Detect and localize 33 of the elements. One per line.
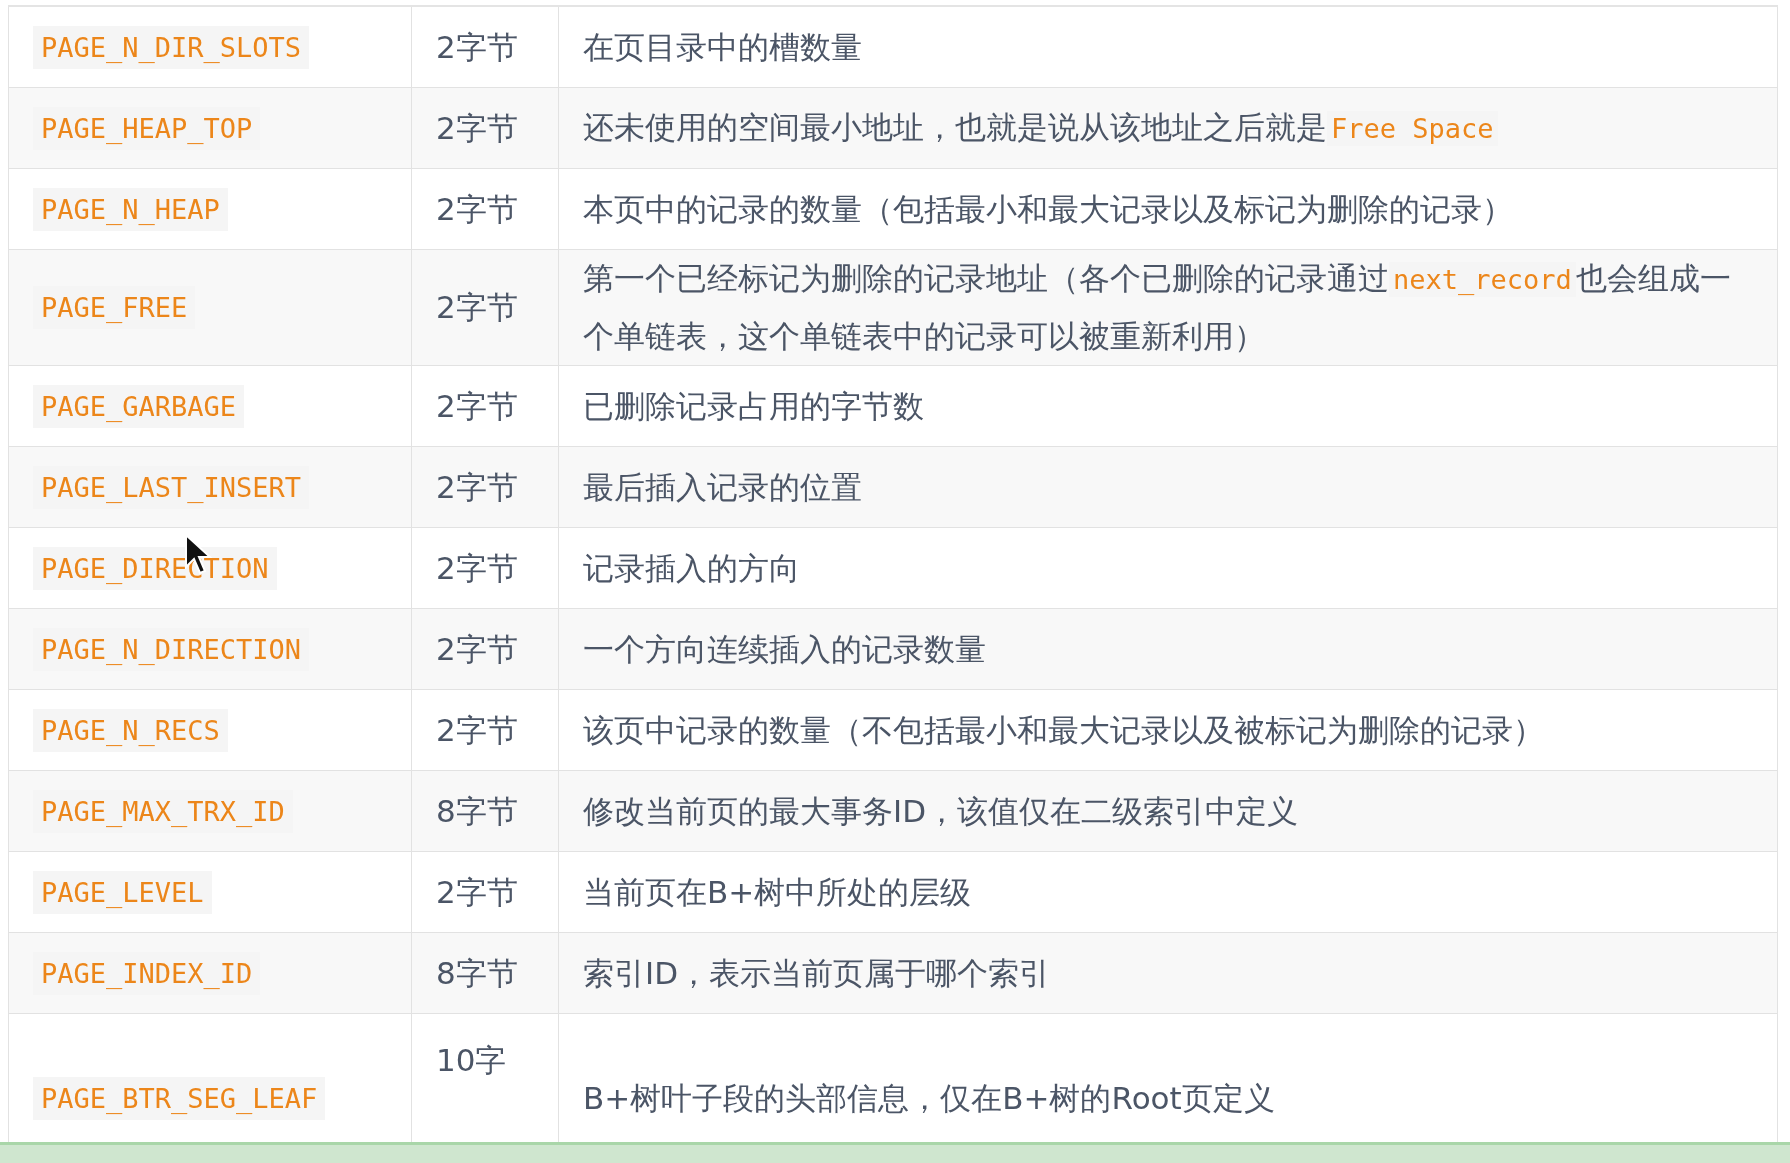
description-text: 第一个已经标记为删除的记录地址（各个已删除的记录通过 next_record 也会组成一个单链表，这个单链表中的记录可以被重新利用）	[583, 259, 1732, 356]
size-text: 2字节	[436, 873, 518, 910]
size-text: 8字节	[436, 954, 518, 991]
field-name: PAGE_DIRECTION	[33, 546, 277, 590]
description-text: 一个方向连续插入的记录数量	[583, 629, 987, 669]
field-name: PAGE_BTR_SEG_LEAF	[33, 1076, 326, 1120]
size-text: 2字节	[436, 190, 518, 227]
size-text: 2字节	[436, 28, 518, 65]
description-text: 索引ID，表示当前页属于哪个索引	[583, 953, 1051, 993]
size-text: 2字节	[436, 109, 518, 146]
description-text: 当前页在B+树中所处的层级	[583, 872, 973, 912]
description-text: 该页中记录的数量（不包括最小和最大记录以及被标记为删除的记录）	[583, 710, 1545, 750]
description-text: B+树叶子段的头部信息，仅在B+树的Root页定义	[583, 1078, 1276, 1118]
field-name: PAGE_LEVEL	[33, 870, 212, 914]
size-text: 2字节	[436, 468, 518, 505]
field-name: PAGE_N_DIR_SLOTS	[33, 25, 310, 69]
size-text: 8字节	[436, 792, 518, 829]
description-text: 最后插入记录的位置	[583, 467, 863, 507]
size-text: 2字节	[436, 630, 518, 667]
size-text: 2字节	[436, 549, 518, 586]
description-text: 还未使用的空间最小地址，也就是说从该地址之后就是 Free Space	[583, 99, 1753, 157]
field-name: PAGE_N_HEAP	[33, 187, 228, 231]
description-text: 在页目录中的槽数量	[583, 27, 863, 67]
size-text: 2字节	[436, 711, 518, 748]
size-text: 10字	[436, 1042, 507, 1078]
description-text: 已删除记录占用的字节数	[583, 386, 925, 426]
field-name: PAGE_GARBAGE	[33, 384, 245, 428]
description-text: 修改当前页的最大事务ID，该值仅在二级索引中定义	[583, 791, 1299, 831]
description-text: 本页中的记录的数量（包括最小和最大记录以及标记为删除的记录）	[583, 189, 1514, 229]
description-text: 记录插入的方向	[583, 548, 801, 588]
size-text: 2字节	[436, 289, 518, 325]
size-text: 2字节	[436, 387, 518, 424]
field-name: PAGE_N_RECS	[33, 708, 228, 752]
